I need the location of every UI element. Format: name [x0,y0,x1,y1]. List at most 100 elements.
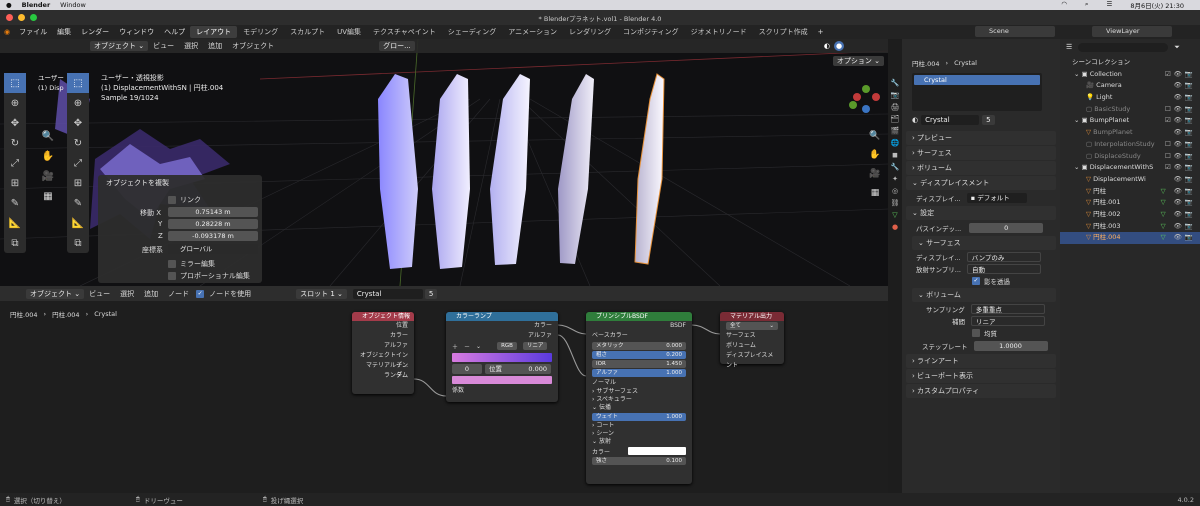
annotate-tool-2-icon[interactable]: ✎ [67,193,89,213]
menu-edit[interactable]: 編集 [52,27,76,37]
tab-scripting[interactable]: スクリプト作成 [753,26,814,38]
scene-selector[interactable]: Scene [975,26,1055,37]
outliner-item[interactable]: 💡 Light 👁📷 [1060,92,1200,104]
remove-stop-button[interactable]: － [464,342,470,351]
move-z-field[interactable]: -0.093178 m [168,231,258,241]
ramp-menu-icon[interactable]: ⌄ [476,343,481,350]
outliner-item[interactable]: ⌄ ▣ BumpPlanet ☑👁📷 [1060,115,1200,127]
orientation-selector[interactable]: グロー... [379,41,415,51]
node-menu-view[interactable]: ビュー [84,289,115,299]
settings-volume-subpanel[interactable]: ⌄ ボリューム [912,288,1056,302]
homogeneous-checkbox[interactable] [972,329,980,337]
outliner-scene-collection[interactable]: シーンコレクション [1060,57,1200,69]
material-selector[interactable]: Crystal [352,288,423,299]
tab-modeling[interactable]: モデリング [237,26,284,38]
tab-rendering[interactable]: レンダリング [563,26,617,38]
options-button[interactable]: オプション ⌄ [832,56,884,66]
slot-selector[interactable]: スロット 1 ⌄ [296,288,347,299]
modifier-tab-icon[interactable]: 🔧 [891,163,900,171]
outliner-filter-icon[interactable]: ☰ [1066,43,1072,51]
menu-file[interactable]: ファイル [14,27,52,37]
output-tab-icon[interactable]: 🖨 [891,103,900,111]
tab-texture-paint[interactable]: テクスチャペイント [367,26,442,38]
particles-tab-icon[interactable]: ✦ [892,175,898,183]
redo-panel-title[interactable]: オブジェクトを複製 [98,175,262,191]
outliner-search-field[interactable] [1078,42,1169,52]
camera-view-icon-right[interactable]: 🎥 [868,165,882,184]
step-rate-field[interactable]: 1.0000 [973,341,1048,351]
menu-help[interactable]: ヘルプ [159,27,190,37]
ramp-stop-index[interactable]: 0 [452,364,482,374]
pass-index-field[interactable]: 0 [969,223,1044,233]
measure-tool-icon[interactable]: 📐 [4,213,26,233]
measure-tool-2-icon[interactable]: 📐 [67,213,89,233]
settings-surface-subpanel[interactable]: ⌄ サーフェス [912,236,1056,250]
scale-tool-icon[interactable]: ⤢ [4,153,26,173]
emission-color-swatch[interactable] [628,447,686,455]
pan-hand-icon-right[interactable]: ✋ [868,146,882,165]
tab-uv[interactable]: UV編集 [331,26,367,38]
volume-interp-dropdown[interactable]: リニア [971,316,1045,326]
object-tab-icon[interactable]: ◼ [892,151,898,159]
grid-view-icon[interactable]: ▦ [40,187,56,207]
ramp-color-mode[interactable]: RGB [497,342,517,350]
ramp-stop-color[interactable] [452,376,552,384]
cursor-tool-icon[interactable]: ⊕ [4,93,26,113]
move-x-field[interactable]: 0.75143 m [168,207,258,217]
link-checkbox[interactable] [168,196,176,204]
add-stop-button[interactable]: ＋ [452,342,458,351]
ior-field[interactable]: IOR 1.450 [592,360,686,368]
outliner-item[interactable]: ▽ DisplacementWi 👁📷 [1060,174,1200,186]
node-mode-selector[interactable]: オブジェクト ⌄ [26,288,85,299]
mode-selector[interactable]: オブジェクト ⌄ [90,41,149,51]
render-tab-icon[interactable]: 📷 [891,91,900,99]
tab-layout[interactable]: レイアウト [190,26,238,38]
outliner-funnel-icon[interactable]: ⏷ [1174,43,1180,52]
search-icon[interactable]: ⌕ [1085,0,1089,10]
outliner-item[interactable]: ▽ 円柱.003 ▽ 👁📷 [1060,221,1200,233]
zoom-icon-right[interactable]: 🔍 [868,127,882,146]
app-menu[interactable]: Blender [22,1,51,9]
tab-shading[interactable]: シェーディング [442,26,503,38]
outliner-item[interactable]: ⌄ ▣ DisplacementWithS ☑👁📷 [1060,162,1200,174]
lineart-panel[interactable]: › ラインアート [906,354,1056,368]
menu-object[interactable]: オブジェクト [227,41,279,51]
scale-tool-2-icon[interactable]: ⤢ [67,153,89,173]
output-target-selector[interactable]: 全て ⌄ [726,322,778,330]
color-ramp-node[interactable]: カラーランプ カラー アルファ ＋ － ⌄ RGB リニア 0 位置 0.000 … [446,312,558,402]
tab-compositing[interactable]: コンポジティング [617,26,685,38]
annotate-tool-icon[interactable]: ✎ [4,193,26,213]
zoom-window-button[interactable] [30,14,37,21]
mirror-checkbox[interactable] [168,260,176,268]
select-tool-icon[interactable]: ⬚ [4,73,26,93]
material-slot-item[interactable]: Crystal [914,75,1040,85]
pan-hand-icon[interactable]: ✋ [40,147,56,167]
alpha-field[interactable]: アルファ 1.000 [592,369,686,377]
transmission-weight-field[interactable]: ウェイト 1.000 [592,413,686,421]
world-tab-icon[interactable]: 🌐 [891,139,900,147]
outliner-item[interactable]: ▽ 円柱.001 ▽ 👁📷 [1060,197,1200,209]
outliner-item[interactable]: ▽ BumpPlanet 👁📷 [1060,127,1200,139]
move-tool-2-icon[interactable]: ✥ [67,113,89,133]
material-browse-icon[interactable]: ◐ [912,116,918,124]
node-menu-node[interactable]: ノード [163,289,194,299]
blender-logo-icon[interactable]: ◉ [4,28,10,36]
add-cube-tool-icon[interactable]: ⧉ [4,233,26,253]
minimize-window-button[interactable] [18,14,25,21]
menu-add[interactable]: 追加 [203,41,227,51]
view-layer-tab-icon[interactable]: 🗂 [891,115,900,123]
grid-view-icon-right[interactable]: ▦ [868,184,882,203]
material-output-node[interactable]: マテリアル出力 全て ⌄ サーフェス ボリューム ディスプレイスメント [720,312,784,369]
displacement-method-dropdown[interactable]: バンプのみ [966,252,1041,262]
shading-rendered-icon[interactable]: ● [834,41,844,51]
material-users-count[interactable]: 5 [424,288,438,299]
rotate-tool-2-icon[interactable]: ↻ [67,133,89,153]
move-y-field[interactable]: 0.28228 m [168,219,258,229]
clock[interactable]: 8月6日(火) 21:30 [1130,0,1184,10]
constraint-tab-icon[interactable]: ⛓ [891,199,900,207]
transform-tool-2-icon[interactable]: ⊞ [67,173,89,193]
window-menu[interactable]: Window [60,1,86,9]
volume-sampling-dropdown[interactable]: 多重重点 [970,304,1045,314]
metallic-field[interactable]: メタリック 0.000 [592,342,686,350]
transform-tool-icon[interactable]: ⊞ [4,173,26,193]
